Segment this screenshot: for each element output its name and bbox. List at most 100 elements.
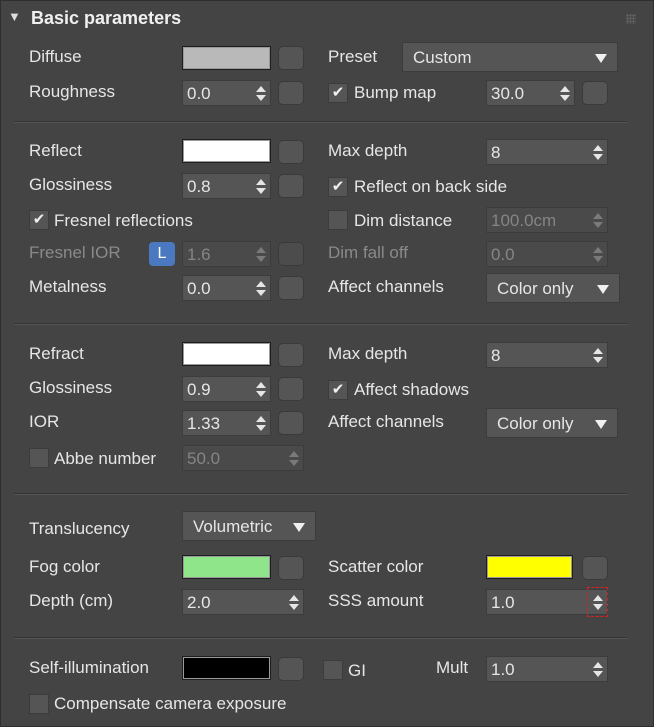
fog-color-swatch[interactable]: [182, 555, 271, 579]
drag-grip-icon[interactable]: [626, 14, 636, 24]
preset-label: Preset: [328, 47, 378, 66]
translucency-dropdown[interactable]: Volumetric: [182, 511, 316, 541]
ior-map-button[interactable]: [278, 411, 304, 435]
dim-falloff-value: 0.0: [491, 245, 515, 264]
refract-glossiness-label: Glossiness: [29, 378, 113, 397]
translucency-value: Volumetric: [193, 517, 273, 536]
fog-color-label: Fog color: [29, 557, 100, 576]
refract-max-depth-label: Max depth: [328, 344, 408, 363]
dim-distance-spinner[interactable]: 100.0cm: [486, 207, 608, 233]
spinner-arrows-icon[interactable]: [560, 83, 570, 103]
reflect-max-depth-label: Max depth: [328, 141, 408, 160]
reflect-glossiness-spinner[interactable]: 0.8: [182, 173, 271, 199]
scatter-color-swatch[interactable]: [486, 555, 573, 579]
fresnel-ior-spinner[interactable]: 1.6: [182, 241, 271, 267]
compensate-exposure-label: Compensate camera exposure: [54, 694, 287, 713]
chevron-down-icon: [597, 285, 609, 294]
reflect-color-swatch[interactable]: [182, 139, 271, 163]
spinner-arrows-icon[interactable]: [593, 142, 603, 162]
spinner-arrows-icon[interactable]: [593, 244, 603, 264]
depth-spinner[interactable]: 2.0: [182, 589, 304, 615]
bump-map-label: Bump map: [354, 83, 437, 102]
refract-max-depth-value: 8: [491, 346, 501, 365]
refract-affect-channels-label: Affect channels: [328, 412, 444, 431]
chevron-down-icon: [595, 54, 607, 63]
dim-falloff-spinner[interactable]: 0.0: [486, 241, 608, 267]
bump-map-checkbox[interactable]: ✔: [328, 83, 348, 103]
spinner-arrows-icon[interactable]: [593, 210, 603, 230]
fresnel-ior-label: Fresnel IOR: [29, 243, 121, 262]
metalness-spinner[interactable]: 0.0: [182, 275, 271, 301]
collapse-arrow-icon[interactable]: ▼: [8, 9, 21, 24]
self-illumination-color-swatch[interactable]: [182, 656, 271, 680]
spinner-arrows-icon[interactable]: [593, 659, 603, 679]
diffuse-label: Diffuse: [29, 47, 82, 66]
focus-indicator: [587, 587, 608, 617]
abbe-number-spinner[interactable]: 50.0: [182, 445, 304, 471]
refract-color-swatch[interactable]: [182, 342, 271, 366]
refract-glossiness-spinner[interactable]: 0.9: [182, 376, 271, 402]
compensate-exposure-checkbox[interactable]: [29, 694, 49, 714]
roughness-spinner[interactable]: 0.0: [182, 80, 271, 106]
spinner-arrows-icon[interactable]: [256, 278, 266, 298]
rollout-title: Basic parameters: [31, 8, 182, 28]
refract-map-button[interactable]: [278, 343, 304, 367]
abbe-number-checkbox[interactable]: [29, 448, 49, 468]
ior-spinner[interactable]: 1.33: [182, 410, 271, 436]
spinner-arrows-icon[interactable]: [289, 592, 299, 612]
refract-glossiness-value: 0.9: [187, 380, 211, 399]
refract-affect-channels-dropdown[interactable]: Color only: [486, 408, 618, 438]
diffuse-map-button[interactable]: [278, 46, 304, 70]
fresnel-label: Fresnel reflections: [54, 211, 193, 230]
reflect-max-depth-spinner[interactable]: 8: [486, 139, 608, 165]
abbe-number-label: Abbe number: [54, 449, 157, 468]
roughness-map-button[interactable]: [278, 81, 304, 105]
reflect-affect-channels-dropdown[interactable]: Color only: [486, 273, 620, 303]
affect-shadows-label: Affect shadows: [354, 380, 469, 399]
roughness-value: 0.0: [187, 84, 211, 103]
diffuse-color-swatch[interactable]: [182, 46, 271, 70]
bump-map-button[interactable]: [582, 81, 608, 105]
reflect-glossiness-map-button[interactable]: [278, 174, 304, 198]
mult-value: 1.0: [491, 660, 515, 679]
preset-dropdown[interactable]: Custom: [402, 42, 618, 72]
section-divider: [14, 493, 627, 495]
abbe-number-value: 50.0: [187, 449, 221, 468]
spinner-arrows-icon[interactable]: [256, 83, 266, 103]
spinner-arrows-icon[interactable]: [256, 176, 266, 196]
chevron-down-icon: [293, 523, 305, 532]
bump-amount-value: 30.0: [491, 84, 525, 103]
reflect-label: Reflect: [29, 141, 82, 160]
refract-max-depth-spinner[interactable]: 8: [486, 342, 608, 368]
fog-color-map-button[interactable]: [278, 556, 304, 580]
spinner-arrows-icon[interactable]: [256, 379, 266, 399]
mult-spinner[interactable]: 1.0: [486, 656, 608, 682]
spinner-arrows-icon[interactable]: [256, 244, 266, 264]
reflect-affect-channels-label: Affect channels: [328, 277, 444, 296]
preset-value: Custom: [413, 48, 472, 67]
affect-shadows-checkbox[interactable]: ✔: [328, 380, 348, 400]
scatter-color-map-button[interactable]: [582, 556, 608, 580]
refract-label: Refract: [29, 344, 84, 363]
fresnel-ior-value: 1.6: [187, 245, 211, 264]
spinner-arrows-icon[interactable]: [289, 448, 299, 468]
spinner-arrows-icon[interactable]: [593, 345, 603, 365]
section-divider: [14, 323, 627, 325]
reflect-glossiness-value: 0.8: [187, 177, 211, 196]
reflect-max-depth-value: 8: [491, 143, 501, 162]
fresnel-ior-map-button[interactable]: [278, 242, 304, 266]
spinner-arrows-icon[interactable]: [256, 413, 266, 433]
mult-label: Mult: [436, 658, 469, 677]
dim-distance-checkbox[interactable]: [328, 210, 348, 230]
rollout-header[interactable]: ▼ Basic parameters: [0, 0, 654, 38]
refract-glossiness-map-button[interactable]: [278, 377, 304, 401]
gi-checkbox[interactable]: [323, 660, 343, 680]
self-illumination-map-button[interactable]: [278, 657, 304, 681]
sss-amount-value: 1.0: [491, 593, 515, 612]
reflect-map-button[interactable]: [278, 140, 304, 164]
reflect-back-side-checkbox[interactable]: ✔: [328, 177, 348, 197]
fresnel-ior-lock-button[interactable]: L: [149, 242, 175, 266]
bump-amount-spinner[interactable]: 30.0: [486, 80, 575, 106]
metalness-map-button[interactable]: [278, 276, 304, 300]
fresnel-checkbox[interactable]: ✔: [29, 210, 49, 230]
